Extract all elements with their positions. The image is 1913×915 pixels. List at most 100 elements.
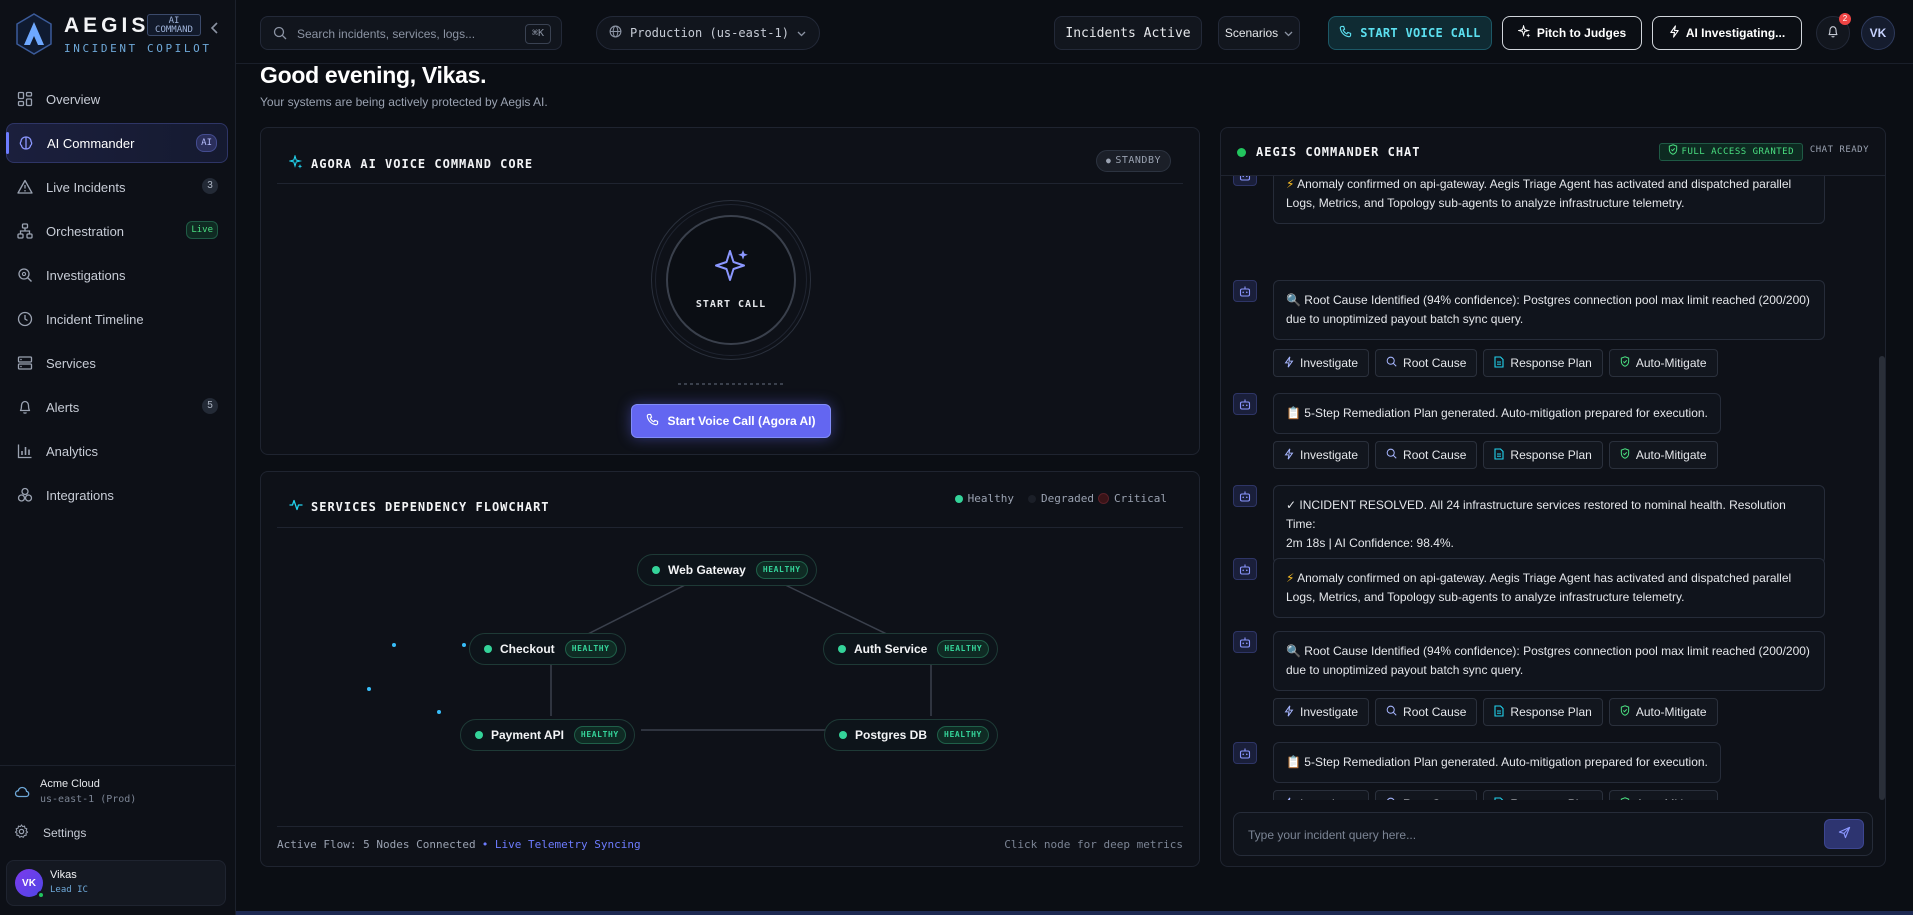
message-text: Logs, Metrics, and Topology sub-agents t… bbox=[1286, 590, 1685, 604]
user-avatar-button[interactable]: VK bbox=[1861, 16, 1895, 50]
sidebar-item-label: AI Commander bbox=[47, 135, 135, 151]
chat-input[interactable] bbox=[1248, 825, 1808, 845]
document-icon bbox=[1494, 447, 1504, 463]
sidebar-item-analytics[interactable]: Analytics bbox=[6, 431, 228, 471]
node-auth-service[interactable]: Auth Service HEALTHY bbox=[823, 633, 999, 665]
environment-selector[interactable]: Production (us-east-1) bbox=[596, 16, 820, 50]
action-label: Investigate bbox=[1300, 356, 1359, 370]
sidebar-item-live-incidents[interactable]: Live Incidents 3 bbox=[6, 167, 228, 207]
message-text: due to unoptimized payout batch sync que… bbox=[1286, 663, 1524, 677]
search-icon bbox=[1386, 797, 1397, 800]
brand[interactable]: AEGIS AI COMMAND INCIDENT COPILOT bbox=[14, 12, 224, 56]
start-voice-call-agora-button[interactable]: Start Voice Call (Agora AI) bbox=[631, 404, 831, 438]
sidebar-item-investigations[interactable]: Investigations bbox=[6, 255, 228, 295]
incidents-active-label: Incidents Active bbox=[1065, 25, 1191, 41]
critical-dot bbox=[1098, 493, 1110, 504]
bot-icon bbox=[1233, 176, 1257, 186]
collapse-sidebar-button[interactable] bbox=[210, 22, 220, 37]
node-payment-api[interactable]: Payment API HEALTHY bbox=[460, 719, 635, 751]
scrollbar-thumb[interactable] bbox=[1879, 356, 1885, 800]
start-call-orb[interactable]: START CALL bbox=[666, 215, 796, 345]
investigate-button[interactable]: Investigate bbox=[1273, 698, 1370, 726]
healthy-dot bbox=[838, 645, 846, 653]
sidebar-item-settings[interactable]: Settings bbox=[14, 824, 86, 842]
org-selector[interactable]: Acme Cloud us-east-1 (Prod) bbox=[14, 778, 224, 810]
sidebar-item-label: Orchestration bbox=[46, 223, 125, 239]
lightning-icon bbox=[1284, 448, 1294, 463]
telemetry-particle bbox=[462, 643, 466, 647]
message-bubble: 📋 5-Step Remediation Plan generated. Aut… bbox=[1273, 393, 1721, 434]
search-icon bbox=[273, 26, 287, 43]
start-voice-call-button[interactable]: START VOICE CALL bbox=[1328, 16, 1492, 50]
voice-core-title: AGORA AI VOICE COMMAND CORE bbox=[311, 156, 534, 171]
auto-mitigate-button[interactable]: Auto-Mitigate bbox=[1608, 441, 1718, 469]
sidebar-item-services[interactable]: Services bbox=[6, 343, 228, 383]
node-checkout[interactable]: Checkout HEALTHY bbox=[469, 633, 626, 665]
chevron-down-icon bbox=[1284, 26, 1293, 40]
sidebar-item-ai-commander[interactable]: AI Commander AI bbox=[6, 123, 228, 163]
live-badge: Live bbox=[186, 221, 218, 239]
shield-check-icon bbox=[1620, 448, 1630, 462]
investigate-button[interactable]: Investigate bbox=[1273, 349, 1370, 377]
sidebar-item-alerts[interactable]: Alerts 5 bbox=[6, 387, 228, 427]
topbar: ⌘K Production (us-east-1) Incidents Acti… bbox=[236, 0, 1913, 64]
environment-label: Production (us-east-1) bbox=[630, 26, 789, 40]
search-input[interactable] bbox=[297, 23, 507, 45]
dependency-graph: Web Gateway HEALTHY Checkout HEALTHY Aut… bbox=[277, 530, 1185, 794]
node-postgres-db[interactable]: Postgres DB HEALTHY bbox=[824, 719, 998, 751]
message-emoji-icon: ⚡ bbox=[1286, 177, 1295, 191]
sidebar-item-incident-timeline[interactable]: Incident Timeline bbox=[6, 299, 228, 339]
message-bubble: ⚡ Anomaly confirmed on api-gateway. Aegi… bbox=[1273, 558, 1825, 618]
response-plan-button[interactable]: Response Plan bbox=[1483, 441, 1603, 469]
notifications-button[interactable]: 2 bbox=[1816, 13, 1851, 50]
response-plan-button[interactable]: Response Plan bbox=[1483, 790, 1603, 800]
phone-icon bbox=[1339, 25, 1352, 41]
root-cause-button[interactable]: Root Cause bbox=[1375, 441, 1478, 469]
chevron-down-icon bbox=[797, 26, 806, 40]
page-title: Good evening, Vikas. bbox=[260, 62, 487, 88]
panel-header: AGORA AI VOICE COMMAND CORE STANDBY bbox=[277, 128, 1183, 184]
legend-degraded: Degraded bbox=[1028, 492, 1094, 505]
action-label: Response Plan bbox=[1510, 705, 1592, 719]
investigate-button[interactable]: Investigate bbox=[1273, 441, 1370, 469]
sparkle-icon bbox=[1516, 24, 1531, 41]
auto-mitigate-button[interactable]: Auto-Mitigate bbox=[1608, 698, 1718, 726]
send-button[interactable] bbox=[1824, 819, 1864, 849]
node-web-gateway[interactable]: Web Gateway HEALTHY bbox=[637, 554, 817, 586]
status-badge: HEALTHY bbox=[937, 726, 989, 744]
flowchart-title: SERVICES DEPENDENCY FLOWCHART bbox=[311, 499, 550, 514]
response-plan-button[interactable]: Response Plan bbox=[1483, 698, 1603, 726]
user-profile-card[interactable]: VK Vikas Lead IC bbox=[6, 860, 226, 906]
audio-waveform-idle bbox=[678, 383, 786, 385]
integrations-icon bbox=[16, 486, 34, 504]
response-plan-button[interactable]: Response Plan bbox=[1483, 349, 1603, 377]
message-text: due to unoptimized payout batch sync que… bbox=[1286, 312, 1524, 326]
sidebar-item-integrations[interactable]: Integrations bbox=[6, 475, 228, 515]
chat-scrollbar[interactable] bbox=[1879, 176, 1885, 800]
action-label: Investigate bbox=[1300, 797, 1358, 800]
sidebar-item-overview[interactable]: Overview bbox=[6, 79, 228, 119]
telemetry-particle bbox=[367, 687, 371, 691]
scenarios-dropdown[interactable]: Scenarios bbox=[1218, 16, 1300, 50]
brand-name: AEGIS bbox=[64, 14, 150, 37]
investigate-button[interactable]: Investigate bbox=[1273, 790, 1370, 800]
bot-icon bbox=[1233, 393, 1257, 415]
brand-subtitle: INCIDENT COPILOT bbox=[64, 42, 212, 55]
search-bar: ⌘K bbox=[260, 16, 562, 50]
pitch-to-judges-button[interactable]: Pitch to Judges bbox=[1502, 16, 1642, 50]
healthy-dot bbox=[954, 494, 963, 503]
status-badge: HEALTHY bbox=[564, 640, 617, 658]
healthy-dot bbox=[652, 566, 660, 574]
root-cause-button[interactable]: Root Cause bbox=[1375, 790, 1478, 800]
auto-mitigate-button[interactable]: Auto-Mitigate bbox=[1608, 349, 1718, 377]
pitch-label: Pitch to Judges bbox=[1536, 26, 1627, 40]
chat-messages[interactable]: ⚡ Anomaly confirmed on api-gateway. Aegi… bbox=[1221, 176, 1885, 800]
auto-mitigate-button[interactable]: Auto-Mitigate bbox=[1608, 790, 1718, 800]
action-label: Investigate bbox=[1300, 448, 1359, 462]
magnifier-icon bbox=[16, 266, 34, 284]
root-cause-button[interactable]: Root Cause bbox=[1375, 698, 1478, 726]
root-cause-button[interactable]: Root Cause bbox=[1375, 349, 1478, 377]
ai-investigating-button[interactable]: AI Investigating... bbox=[1652, 16, 1802, 50]
sidebar-item-orchestration[interactable]: Orchestration Live bbox=[6, 211, 228, 251]
incidents-active-button[interactable]: Incidents Active bbox=[1054, 16, 1202, 50]
